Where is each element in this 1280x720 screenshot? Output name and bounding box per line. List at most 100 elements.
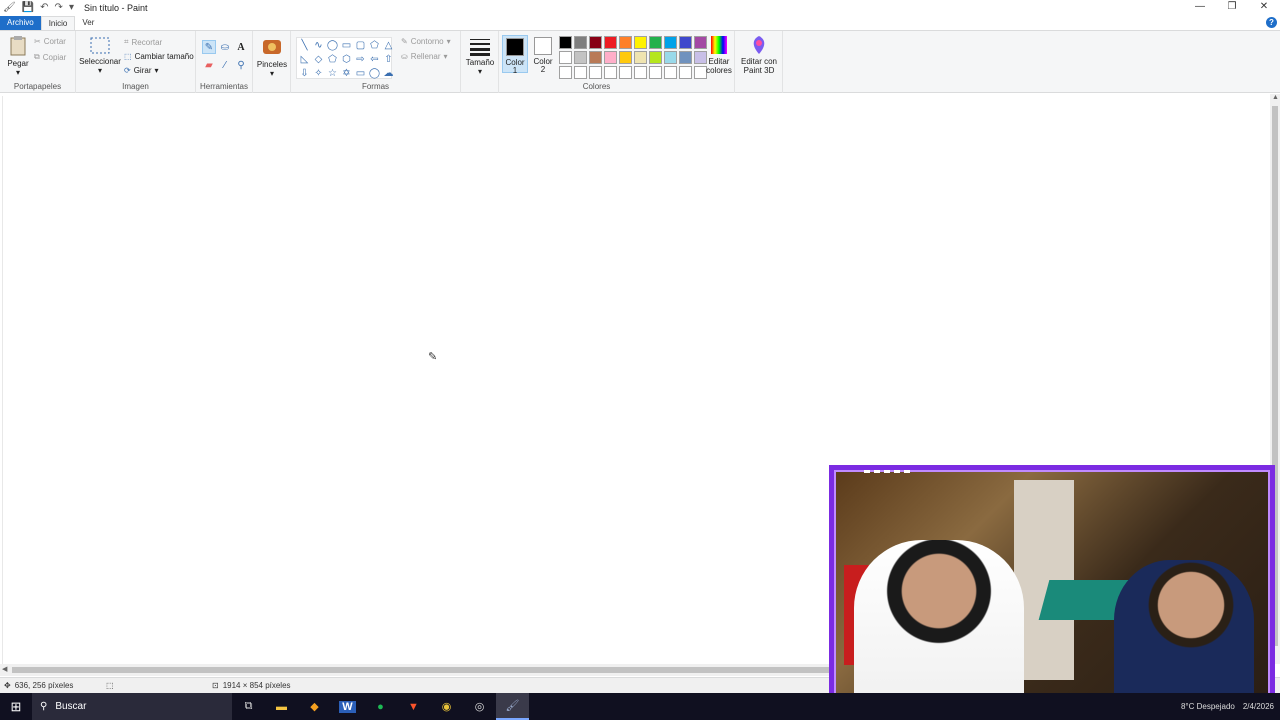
- tab-home[interactable]: Inicio: [40, 16, 76, 30]
- palette-swatch[interactable]: [649, 51, 662, 64]
- palette-swatch[interactable]: [679, 51, 692, 64]
- customize-toolbar-icon[interactable]: ▾: [69, 0, 74, 16]
- start-button[interactable]: ⊞: [0, 693, 32, 720]
- callout-cloud-shape[interactable]: ☁: [382, 67, 395, 80]
- oval-shape[interactable]: ◯: [326, 39, 339, 52]
- line-shape[interactable]: ╲: [298, 39, 311, 52]
- five-point-star-shape[interactable]: ☆: [326, 67, 339, 80]
- palette-swatch[interactable]: [634, 36, 647, 49]
- palette-swatch[interactable]: [664, 36, 677, 49]
- right-arrow-shape[interactable]: ⇨: [354, 53, 367, 66]
- palette-swatch[interactable]: [649, 36, 662, 49]
- copy-button[interactable]: ⧉ Copiar: [34, 52, 66, 62]
- rotate-button[interactable]: ⟳ Girar ▾: [124, 66, 159, 75]
- six-point-star-shape[interactable]: ✡: [340, 67, 353, 80]
- help-icon[interactable]: ?: [1266, 17, 1277, 28]
- cut-button[interactable]: ✂ Cortar: [34, 37, 66, 46]
- save-icon[interactable]: 💾: [22, 0, 34, 16]
- size-button[interactable]: Tamaño ▾: [464, 38, 496, 76]
- pentagon-shape[interactable]: ⬠: [326, 53, 339, 66]
- taskbar-search[interactable]: ⚲ Buscar: [32, 693, 232, 720]
- palette-swatch[interactable]: [634, 66, 647, 79]
- task-view-button[interactable]: ⧉: [232, 693, 265, 720]
- palette-swatch[interactable]: [664, 51, 677, 64]
- curve-shape[interactable]: ∿: [312, 39, 325, 52]
- obs-button[interactable]: ◎: [463, 693, 496, 720]
- palette-swatch[interactable]: [559, 51, 572, 64]
- chrome-button[interactable]: ◉: [430, 693, 463, 720]
- spotify-button[interactable]: ●: [364, 693, 397, 720]
- outline-button[interactable]: ✎ Contorno ▾: [401, 37, 451, 46]
- rounded-rectangle-shape[interactable]: ▢: [354, 39, 367, 52]
- palette-swatch[interactable]: [574, 36, 587, 49]
- palette-swatch[interactable]: [559, 36, 572, 49]
- crop-button[interactable]: ⌗ Recortar: [124, 37, 162, 47]
- fill-tool[interactable]: ⛀: [218, 40, 232, 54]
- palette-swatch[interactable]: [619, 36, 632, 49]
- palette-swatch[interactable]: [559, 66, 572, 79]
- text-tool[interactable]: A: [234, 40, 248, 54]
- up-arrow-shape[interactable]: ⇧: [382, 53, 395, 66]
- triangle-shape[interactable]: △: [382, 39, 395, 52]
- restore-button[interactable]: ❐: [1216, 0, 1248, 16]
- palette-swatch[interactable]: [574, 51, 587, 64]
- webcam-person-right: [1114, 560, 1254, 701]
- word-button[interactable]: W: [331, 693, 364, 720]
- palette-swatch[interactable]: [649, 66, 662, 79]
- palette-swatch[interactable]: [589, 51, 602, 64]
- hexagon-shape[interactable]: ⬡: [340, 53, 353, 66]
- left-arrow-shape[interactable]: ⇦: [368, 53, 381, 66]
- palette-swatch[interactable]: [679, 66, 692, 79]
- palette-swatch[interactable]: [604, 36, 617, 49]
- fill-button[interactable]: ⛀ Rellenar ▾: [401, 52, 448, 61]
- palette-swatch[interactable]: [604, 51, 617, 64]
- crop-icon: ⌗: [124, 37, 129, 46]
- app-icon: ◆: [310, 701, 319, 713]
- palette-swatch[interactable]: [664, 66, 677, 79]
- date-display[interactable]: 2/4/2026: [1243, 702, 1274, 711]
- palette-swatch[interactable]: [634, 51, 647, 64]
- palette-swatch[interactable]: [574, 66, 587, 79]
- resize-button[interactable]: ⬚ Cambiar tamaño: [124, 52, 194, 61]
- weather-widget[interactable]: 8°C Despejado: [1181, 702, 1235, 711]
- polygon-shape[interactable]: ⬠: [368, 39, 381, 52]
- webcam-overlay: [829, 465, 1275, 706]
- diamond-shape[interactable]: ◇: [312, 53, 325, 66]
- redo-icon[interactable]: ↷: [55, 0, 63, 16]
- callout-oval-shape[interactable]: ◯: [368, 67, 381, 80]
- down-arrow-shape[interactable]: ⇩: [298, 67, 311, 80]
- tab-view[interactable]: Ver: [75, 16, 101, 30]
- right-triangle-shape[interactable]: ◺: [298, 53, 311, 66]
- rectangle-shape[interactable]: ▭: [340, 39, 353, 52]
- palette-swatch[interactable]: [589, 36, 602, 49]
- palette-swatch[interactable]: [604, 66, 617, 79]
- brushes-button[interactable]: Pinceles ▾: [256, 36, 288, 78]
- scroll-up-icon[interactable]: ▲: [1272, 94, 1279, 101]
- callout-rect-shape[interactable]: ▭: [354, 67, 367, 80]
- scroll-left-icon[interactable]: ◀: [2, 665, 7, 673]
- brave-button[interactable]: ▼: [397, 693, 430, 720]
- paste-button[interactable]: Pegar ▾: [5, 35, 31, 77]
- eraser-tool[interactable]: ▰: [202, 58, 216, 72]
- file-explorer-button[interactable]: ▬: [265, 693, 298, 720]
- select-button[interactable]: Seleccionar ▾: [79, 37, 121, 75]
- minimize-button[interactable]: —: [1184, 0, 1216, 16]
- paint-taskbar-button[interactable]: 🖌: [496, 693, 529, 720]
- palette-swatch[interactable]: [619, 51, 632, 64]
- app-button-1[interactable]: ◆: [298, 693, 331, 720]
- four-point-star-shape[interactable]: ✧: [312, 67, 325, 80]
- group-colors: Color 1 Color 2 Editar colores Colores: [499, 31, 735, 93]
- tab-file[interactable]: Archivo: [0, 16, 41, 30]
- close-button[interactable]: ✕: [1248, 0, 1280, 16]
- color-picker-tool[interactable]: ⁄: [218, 58, 232, 72]
- palette-swatch[interactable]: [589, 66, 602, 79]
- color2-button[interactable]: Color 2: [530, 35, 556, 74]
- undo-icon[interactable]: ↶: [40, 0, 48, 16]
- color1-button[interactable]: Color 1: [502, 35, 528, 75]
- edit-with-paint3d-button[interactable]: Editar con Paint 3D: [737, 35, 781, 75]
- palette-swatch[interactable]: [679, 36, 692, 49]
- palette-swatch[interactable]: [619, 66, 632, 79]
- magnifier-tool[interactable]: ⚲: [234, 58, 248, 72]
- edit-colors-button[interactable]: Editar colores: [703, 35, 735, 75]
- pencil-tool[interactable]: ✎: [202, 40, 216, 54]
